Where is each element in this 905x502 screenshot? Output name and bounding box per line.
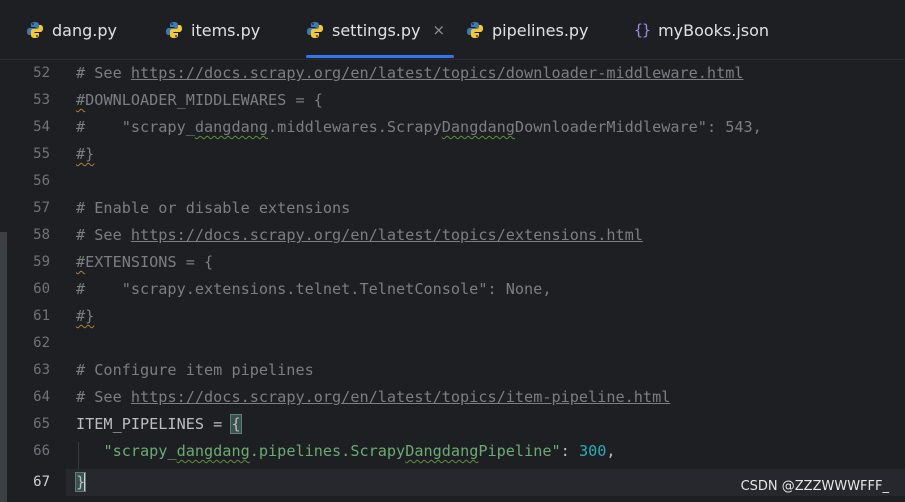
- comment-hash: #: [76, 253, 86, 271]
- code-line-59[interactable]: #EXTENSIONS = {: [76, 249, 213, 276]
- line-number: 52: [33, 65, 50, 81]
- line-number: 59: [33, 254, 50, 270]
- tab-label: pipelines.py: [492, 20, 589, 40]
- tab-items-py[interactable]: items.py: [165, 0, 260, 60]
- comment-text: # Configure item pipelines: [76, 361, 314, 379]
- colon: :: [560, 442, 579, 460]
- code-line-64[interactable]: # See https://docs.scrapy.org/en/latest/…: [76, 384, 670, 411]
- python-file-icon: [306, 21, 324, 39]
- python-file-icon: [26, 21, 44, 39]
- code-line-67[interactable]: }: [74, 469, 87, 496]
- line-number: 58: [33, 227, 50, 243]
- line-number: 63: [33, 362, 50, 378]
- python-file-icon: [466, 21, 484, 39]
- doc-link[interactable]: https://docs.scrapy.org/en/latest/topics…: [131, 388, 670, 406]
- comment-text: DOWNLOADER_MIDDLEWARES = {: [85, 91, 323, 109]
- line-number: 66: [33, 443, 50, 459]
- code-line-61[interactable]: #}: [76, 303, 94, 330]
- line-number: 53: [33, 92, 50, 108]
- comment-text: # See: [76, 226, 131, 244]
- code-line-65[interactable]: ITEM_PIPELINES = {: [76, 411, 242, 438]
- active-tab-indicator: [306, 55, 454, 58]
- python-file-icon: [165, 21, 183, 39]
- line-number: 62: [33, 335, 50, 351]
- string-literal: .pipelines.Scrapy: [249, 442, 406, 460]
- string-literal: "scrapy_: [103, 442, 177, 460]
- code-editor[interactable]: # See https://docs.scrapy.org/en/latest/…: [66, 60, 905, 502]
- comment-text: # See: [76, 388, 131, 406]
- doc-link[interactable]: https://docs.scrapy.org/en/latest/topics…: [131, 226, 643, 244]
- line-number: 64: [33, 389, 50, 405]
- comment-text: # Enable or disable extensions: [76, 199, 351, 217]
- code-line-63[interactable]: # Configure item pipelines: [76, 357, 314, 384]
- tab-pipelines-py[interactable]: pipelines.py: [466, 0, 589, 60]
- tab-label: myBooks.json: [658, 20, 770, 40]
- code-line-52[interactable]: # See https://docs.scrapy.org/en/latest/…: [76, 60, 744, 87]
- typo-word: Dangdang: [405, 442, 479, 460]
- code-line-57[interactable]: # Enable or disable extensions: [76, 195, 350, 222]
- line-number-gutter: 52 53 54 55 56 57 58 59 60 61 62 63 64 6…: [8, 60, 66, 502]
- code-line-60[interactable]: # "scrapy.extensions.telnet.TelnetConsol…: [76, 276, 551, 303]
- line-number: 55: [33, 146, 50, 162]
- code-line-66[interactable]: "scrapy_dangdang.pipelines.ScrapyDangdan…: [76, 438, 616, 465]
- number-literal: 300: [578, 442, 607, 460]
- comment-text: # See: [76, 64, 131, 82]
- left-edge-strip: [0, 60, 8, 502]
- tab-settings-py[interactable]: settings.py ×: [306, 0, 454, 60]
- line-number: 56: [33, 173, 50, 189]
- text-caret: [84, 473, 87, 492]
- line-number: 61: [33, 308, 50, 324]
- comment-text: # "scrapy.extensions.telnet.TelnetConsol…: [76, 280, 552, 298]
- tab-label: dang.py: [52, 20, 117, 40]
- json-file-icon: {}: [634, 21, 651, 39]
- line-number: 54: [33, 119, 50, 135]
- comment-text: #}: [76, 307, 95, 325]
- comment-text: .middlewares.Scrapy: [268, 118, 442, 136]
- comment-text: # "scrapy_: [76, 118, 195, 136]
- code-line-55[interactable]: #}: [76, 141, 94, 168]
- typo-word: dangdang: [194, 118, 269, 136]
- code-line-53[interactable]: #DOWNLOADER_MIDDLEWARES = {: [76, 87, 323, 114]
- comma: ,: [606, 442, 616, 460]
- variable-assignment: ITEM_PIPELINES =: [76, 415, 232, 433]
- watermark: CSDN @ZZZWWWFFF_: [740, 479, 889, 494]
- tab-label: items.py: [191, 20, 261, 40]
- matched-brace: {: [230, 414, 242, 434]
- code-line-54[interactable]: # "scrapy_dangdang.middlewares.ScrapyDan…: [76, 114, 762, 141]
- line-number: 65: [33, 416, 50, 432]
- vertical-scrollbar-thumb[interactable]: [0, 232, 7, 502]
- comment-text: EXTENSIONS = {: [85, 253, 214, 271]
- comment-text: DownloaderMiddleware": 543,: [514, 118, 762, 136]
- current-line-number: 67: [33, 474, 50, 490]
- typo-word: dangdang: [176, 442, 250, 460]
- comment-text: #}: [76, 145, 95, 163]
- close-tab-icon[interactable]: ×: [433, 21, 446, 39]
- doc-link[interactable]: https://docs.scrapy.org/en/latest/topics…: [131, 64, 744, 82]
- editor-tab-bar: dang.py items.py settings.py × pipelines…: [0, 0, 905, 60]
- line-number: 57: [33, 200, 50, 216]
- string-literal: Pipeline": [478, 442, 561, 460]
- tab-label: settings.py: [332, 20, 421, 40]
- tab-mybooks-json[interactable]: {} myBooks.json: [634, 0, 769, 60]
- code-line-58[interactable]: # See https://docs.scrapy.org/en/latest/…: [76, 222, 643, 249]
- tab-dang-py[interactable]: dang.py: [26, 0, 117, 60]
- typo-word: Dangdang: [441, 118, 515, 136]
- comment-hash: #: [76, 91, 86, 109]
- line-number: 60: [33, 281, 50, 297]
